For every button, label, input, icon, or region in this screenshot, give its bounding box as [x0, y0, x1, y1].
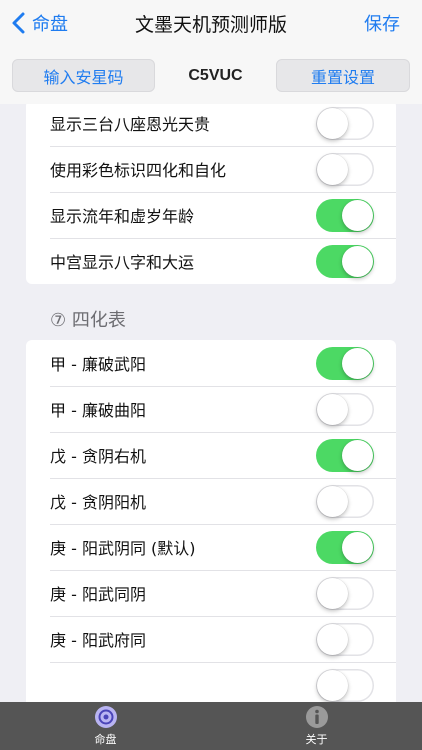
settings-scroll-area[interactable]: 显示三台八座恩光天贵 使用彩色标识四化和自化 显示流年和虚岁年龄 中宫显示八字和大运 …	[0, 104, 422, 702]
setting-row: 戊 - 贪阴右机	[26, 432, 396, 478]
toggle-switch[interactable]	[316, 107, 374, 140]
toggle-knob	[317, 154, 348, 185]
toggle-knob	[317, 394, 348, 425]
toggle-knob	[317, 486, 348, 517]
tab-home[interactable]: 命盘	[0, 702, 211, 750]
toggle-switch[interactable]	[316, 199, 374, 232]
settings-toolbar: 输入安星码 C5VUC 重置设置	[0, 46, 422, 104]
tab-about[interactable]: 关于	[211, 702, 422, 750]
star-code-display: C5VUC	[188, 66, 243, 84]
chevron-left-icon	[12, 12, 25, 34]
toggle-knob	[342, 200, 373, 231]
reset-settings-button[interactable]: 重置设置	[276, 59, 410, 92]
setting-label: 显示流年和虚岁年龄	[50, 207, 195, 226]
tab-about-label: 关于	[305, 733, 328, 746]
setting-row: 庚 - 阳武同阴	[26, 570, 396, 616]
toggle-knob	[317, 578, 348, 609]
setting-label: 庚 - 阳武同阴	[50, 585, 146, 604]
back-button-label: 命盘	[32, 14, 68, 35]
toggle-switch[interactable]	[316, 485, 374, 518]
input-code-button[interactable]: 输入安星码	[12, 59, 155, 92]
info-icon	[305, 706, 328, 728]
setting-row: 庚 - 阳武阴同 (默认)	[26, 524, 396, 570]
chart-disc-icon	[94, 706, 117, 728]
toggle-knob	[317, 108, 348, 139]
toggle-switch[interactable]	[316, 347, 374, 380]
toggle-knob	[317, 624, 348, 655]
setting-row: 戊 - 贪阴阳机	[26, 478, 396, 524]
setting-row: 甲 - 廉破曲阳	[26, 386, 396, 432]
back-button[interactable]: 命盘	[8, 0, 68, 46]
display-settings-card: 显示三台八座恩光天贵 使用彩色标识四化和自化 显示流年和虚岁年龄 中宫显示八字和大运	[26, 104, 396, 284]
tab-bar: 命盘 关于	[0, 702, 422, 750]
sihua-table-card: 甲 - 廉破武阳甲 - 廉破曲阳戊 - 贪阴右机戊 - 贪阴阳机庚 - 阳武阴同…	[26, 340, 396, 702]
setting-label: 甲 - 廉破武阳	[50, 355, 146, 374]
toggle-switch[interactable]	[316, 669, 374, 702]
toggle-switch[interactable]	[316, 623, 374, 656]
toggle-switch[interactable]	[316, 153, 374, 186]
setting-row: 中宫显示八字和大运	[26, 238, 396, 284]
section-header-sihua: ⑦ 四化表	[50, 310, 126, 331]
toggle-knob	[342, 532, 373, 563]
setting-row: 庚 - 阳武府同	[26, 616, 396, 662]
setting-label: 显示三台八座恩光天贵	[50, 115, 211, 134]
toggle-switch[interactable]	[316, 577, 374, 610]
tab-home-label: 命盘	[94, 733, 117, 746]
setting-label: 庚 - 阳武府同	[50, 631, 146, 650]
setting-row: 显示三台八座恩光天贵	[26, 104, 396, 146]
toggle-knob	[342, 440, 373, 471]
toggle-switch[interactable]	[316, 439, 374, 472]
setting-row: 甲 - 廉破武阳	[26, 340, 396, 386]
setting-label: 庚 - 阳武阴同 (默认)	[50, 539, 196, 558]
setting-row: 使用彩色标识四化和自化	[26, 146, 396, 192]
setting-row: 显示流年和虚岁年龄	[26, 192, 396, 238]
setting-label: 戊 - 贪阴右机	[50, 447, 146, 466]
setting-label: 戊 - 贪阴阳机	[50, 493, 146, 512]
toggle-switch[interactable]	[316, 393, 374, 426]
toggle-switch[interactable]	[316, 531, 374, 564]
toggle-switch[interactable]	[316, 245, 374, 278]
navigation-bar: 命盘 文墨天机预测师版 保存	[0, 0, 422, 46]
setting-label: 使用彩色标识四化和自化	[50, 161, 227, 180]
setting-row	[26, 662, 396, 702]
toggle-knob	[342, 348, 373, 379]
setting-label: 甲 - 廉破曲阳	[50, 401, 146, 420]
setting-label: 中宫显示八字和大运	[50, 253, 195, 272]
toggle-knob	[342, 246, 373, 277]
save-button[interactable]: 保存	[364, 0, 400, 46]
toggle-knob	[317, 670, 348, 701]
